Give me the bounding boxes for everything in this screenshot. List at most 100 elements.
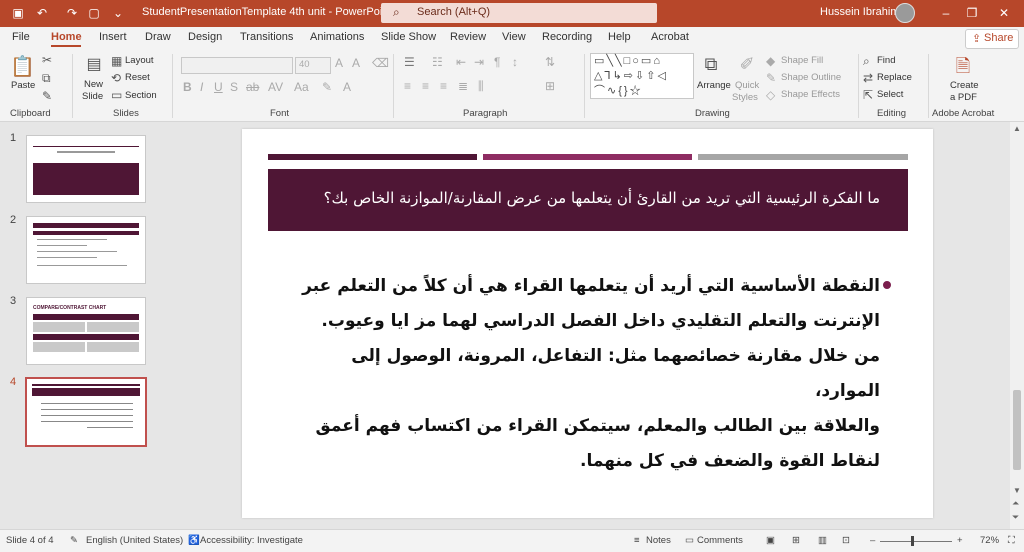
layout-button[interactable]: Layout <box>125 55 154 66</box>
tab-acrobat[interactable]: Acrobat <box>651 31 689 43</box>
tab-recording[interactable]: Recording <box>542 31 592 43</box>
new-slide-icon[interactable]: ▤ <box>84 54 104 74</box>
current-slide[interactable]: ما الفكرة الرئيسية التي تريد من القارئ أ… <box>242 129 933 518</box>
language-status[interactable]: English (United States) <box>86 535 183 546</box>
rtl-icon[interactable]: ¶ <box>494 55 500 69</box>
tab-slide-show[interactable]: Slide Show <box>381 31 436 43</box>
indent-increase-icon[interactable]: ⇥ <box>474 55 484 69</box>
normal-view-icon[interactable]: ▣ <box>766 535 775 546</box>
create-pdf-label-2[interactable]: a PDF <box>950 92 977 103</box>
next-slide-icon[interactable]: ⏷ <box>1012 512 1019 523</box>
columns-icon[interactable]: ⫼ <box>478 79 484 94</box>
slideshow-view-icon[interactable]: ⊡ <box>842 535 850 546</box>
align-center-icon[interactable]: ≡ <box>422 79 429 93</box>
share-button[interactable]: ⇪ Share <box>965 29 1019 49</box>
scroll-down-icon[interactable]: ▼ <box>1013 486 1021 495</box>
numbering-icon[interactable]: ☷ <box>432 55 443 69</box>
change-case-icon[interactable]: Aa <box>294 80 309 94</box>
highlight-icon[interactable]: ✎ <box>322 80 332 94</box>
italic-icon[interactable]: I <box>200 80 203 94</box>
reset-button[interactable]: Reset <box>125 72 150 83</box>
replace-button[interactable]: Replace <box>877 72 912 83</box>
save-icon[interactable]: ▣ <box>10 5 26 21</box>
smartart-icon[interactable]: ⊞ <box>545 79 555 93</box>
notes-button[interactable]: Notes <box>646 535 671 546</box>
clear-format-icon[interactable]: ⌫ <box>372 56 389 70</box>
quick-styles-label-1[interactable]: Quick <box>735 80 759 91</box>
format-painter-icon[interactable]: ✎ <box>42 89 52 103</box>
font-size-select[interactable]: 40 <box>295 57 331 74</box>
tab-file[interactable]: File <box>12 31 30 43</box>
shape-fill-button[interactable]: Shape Fill <box>781 55 823 66</box>
tab-animations[interactable]: Animations <box>310 31 364 43</box>
strikethrough-icon[interactable]: ab <box>246 80 259 94</box>
zoom-out-icon[interactable]: – <box>870 535 875 546</box>
vertical-scrollbar[interactable]: ▲ ▼ ⏶ ⏷ <box>1010 122 1024 529</box>
slide-thumbnail-4[interactable] <box>25 377 147 447</box>
quick-styles-icon[interactable]: ✐ <box>736 54 758 75</box>
tab-view[interactable]: View <box>502 31 526 43</box>
slide-title-box[interactable]: ما الفكرة الرئيسية التي تريد من القارئ أ… <box>268 169 908 231</box>
new-slide-label-2[interactable]: Slide <box>82 91 103 102</box>
redo-icon[interactable]: ↷ <box>64 5 80 21</box>
bullets-icon[interactable]: ☰ <box>404 55 415 69</box>
new-slide-label-1[interactable]: New <box>84 79 103 90</box>
close-icon[interactable]: ✕ <box>994 4 1014 22</box>
create-pdf-label-1[interactable]: Create <box>950 80 979 91</box>
cut-icon[interactable]: ✂ <box>42 53 52 67</box>
comments-button[interactable]: Comments <box>697 535 743 546</box>
tab-transitions[interactable]: Transitions <box>240 31 293 43</box>
shape-outline-button[interactable]: Shape Outline <box>781 72 841 83</box>
minimize-icon[interactable]: – <box>936 4 956 22</box>
justify-icon[interactable]: ≣ <box>458 79 468 93</box>
indent-decrease-icon[interactable]: ⇤ <box>456 55 466 69</box>
align-left-icon[interactable]: ≡ <box>404 79 411 93</box>
reading-view-icon[interactable]: ▥ <box>818 535 827 546</box>
tab-home[interactable]: Home <box>51 31 82 43</box>
avatar[interactable] <box>895 3 915 23</box>
user-name[interactable]: Hussein Ibrahim <box>820 6 899 18</box>
tab-draw[interactable]: Draw <box>145 31 171 43</box>
arrange-button[interactable]: Arrange <box>697 80 731 91</box>
quick-styles-label-2[interactable]: Styles <box>732 92 758 103</box>
slide-thumbnail-1[interactable] <box>26 135 146 203</box>
search-box[interactable]: ⌕ Search (Alt+Q) <box>381 3 657 23</box>
font-color-icon[interactable]: A <box>343 80 351 94</box>
present-icon[interactable]: ▢ <box>86 5 102 21</box>
text-direction-icon[interactable]: ⇅ <box>545 55 555 69</box>
undo-icon[interactable]: ↶ <box>34 5 50 21</box>
line-spacing-icon[interactable]: ↕ <box>512 55 518 69</box>
slide-sorter-icon[interactable]: ⊞ <box>792 535 800 546</box>
previous-slide-icon[interactable]: ⏶ <box>1012 498 1019 509</box>
bold-icon[interactable]: B <box>183 80 192 94</box>
scroll-thumb[interactable] <box>1013 390 1021 470</box>
underline-icon[interactable]: U <box>214 80 223 94</box>
shape-effects-button[interactable]: Shape Effects <box>781 89 840 100</box>
accessibility-status[interactable]: Accessibility: Investigate <box>200 535 303 546</box>
arrange-icon[interactable]: ⧉ <box>700 54 722 75</box>
tab-insert[interactable]: Insert <box>99 31 127 43</box>
slide-body-text[interactable]: النقطة الأساسية التي أريد أن يتعلمها الق… <box>302 269 880 479</box>
align-right-icon[interactable]: ≡ <box>440 79 447 93</box>
tab-design[interactable]: Design <box>188 31 222 43</box>
tab-help[interactable]: Help <box>608 31 631 43</box>
restore-icon[interactable]: ❐ <box>962 4 982 22</box>
shrink-font-icon[interactable]: A <box>352 56 360 70</box>
spelling-icon[interactable]: ✎ <box>70 535 78 546</box>
shadow-icon[interactable]: S <box>230 80 238 94</box>
copy-icon[interactable]: ⧉ <box>42 71 51 86</box>
paste-button[interactable]: Paste <box>11 80 35 91</box>
zoom-in-icon[interactable]: + <box>957 535 963 546</box>
zoom-level[interactable]: 72% <box>980 535 999 546</box>
zoom-slider[interactable] <box>880 541 952 542</box>
fit-slide-icon[interactable]: ⛶ <box>1008 535 1015 546</box>
slide-thumbnail-2[interactable] <box>26 216 146 284</box>
font-name-select[interactable] <box>181 57 293 74</box>
slide-thumbnail-3[interactable]: COMPARE/CONTRAST CHART <box>26 297 146 365</box>
section-button[interactable]: Section <box>125 90 157 101</box>
find-button[interactable]: Find <box>877 55 895 66</box>
paste-icon[interactable]: 📋 <box>10 54 35 78</box>
customize-toolbar-icon[interactable]: ⌄ <box>110 5 126 21</box>
select-button[interactable]: Select <box>877 89 903 100</box>
grow-font-icon[interactable]: A <box>335 56 343 70</box>
